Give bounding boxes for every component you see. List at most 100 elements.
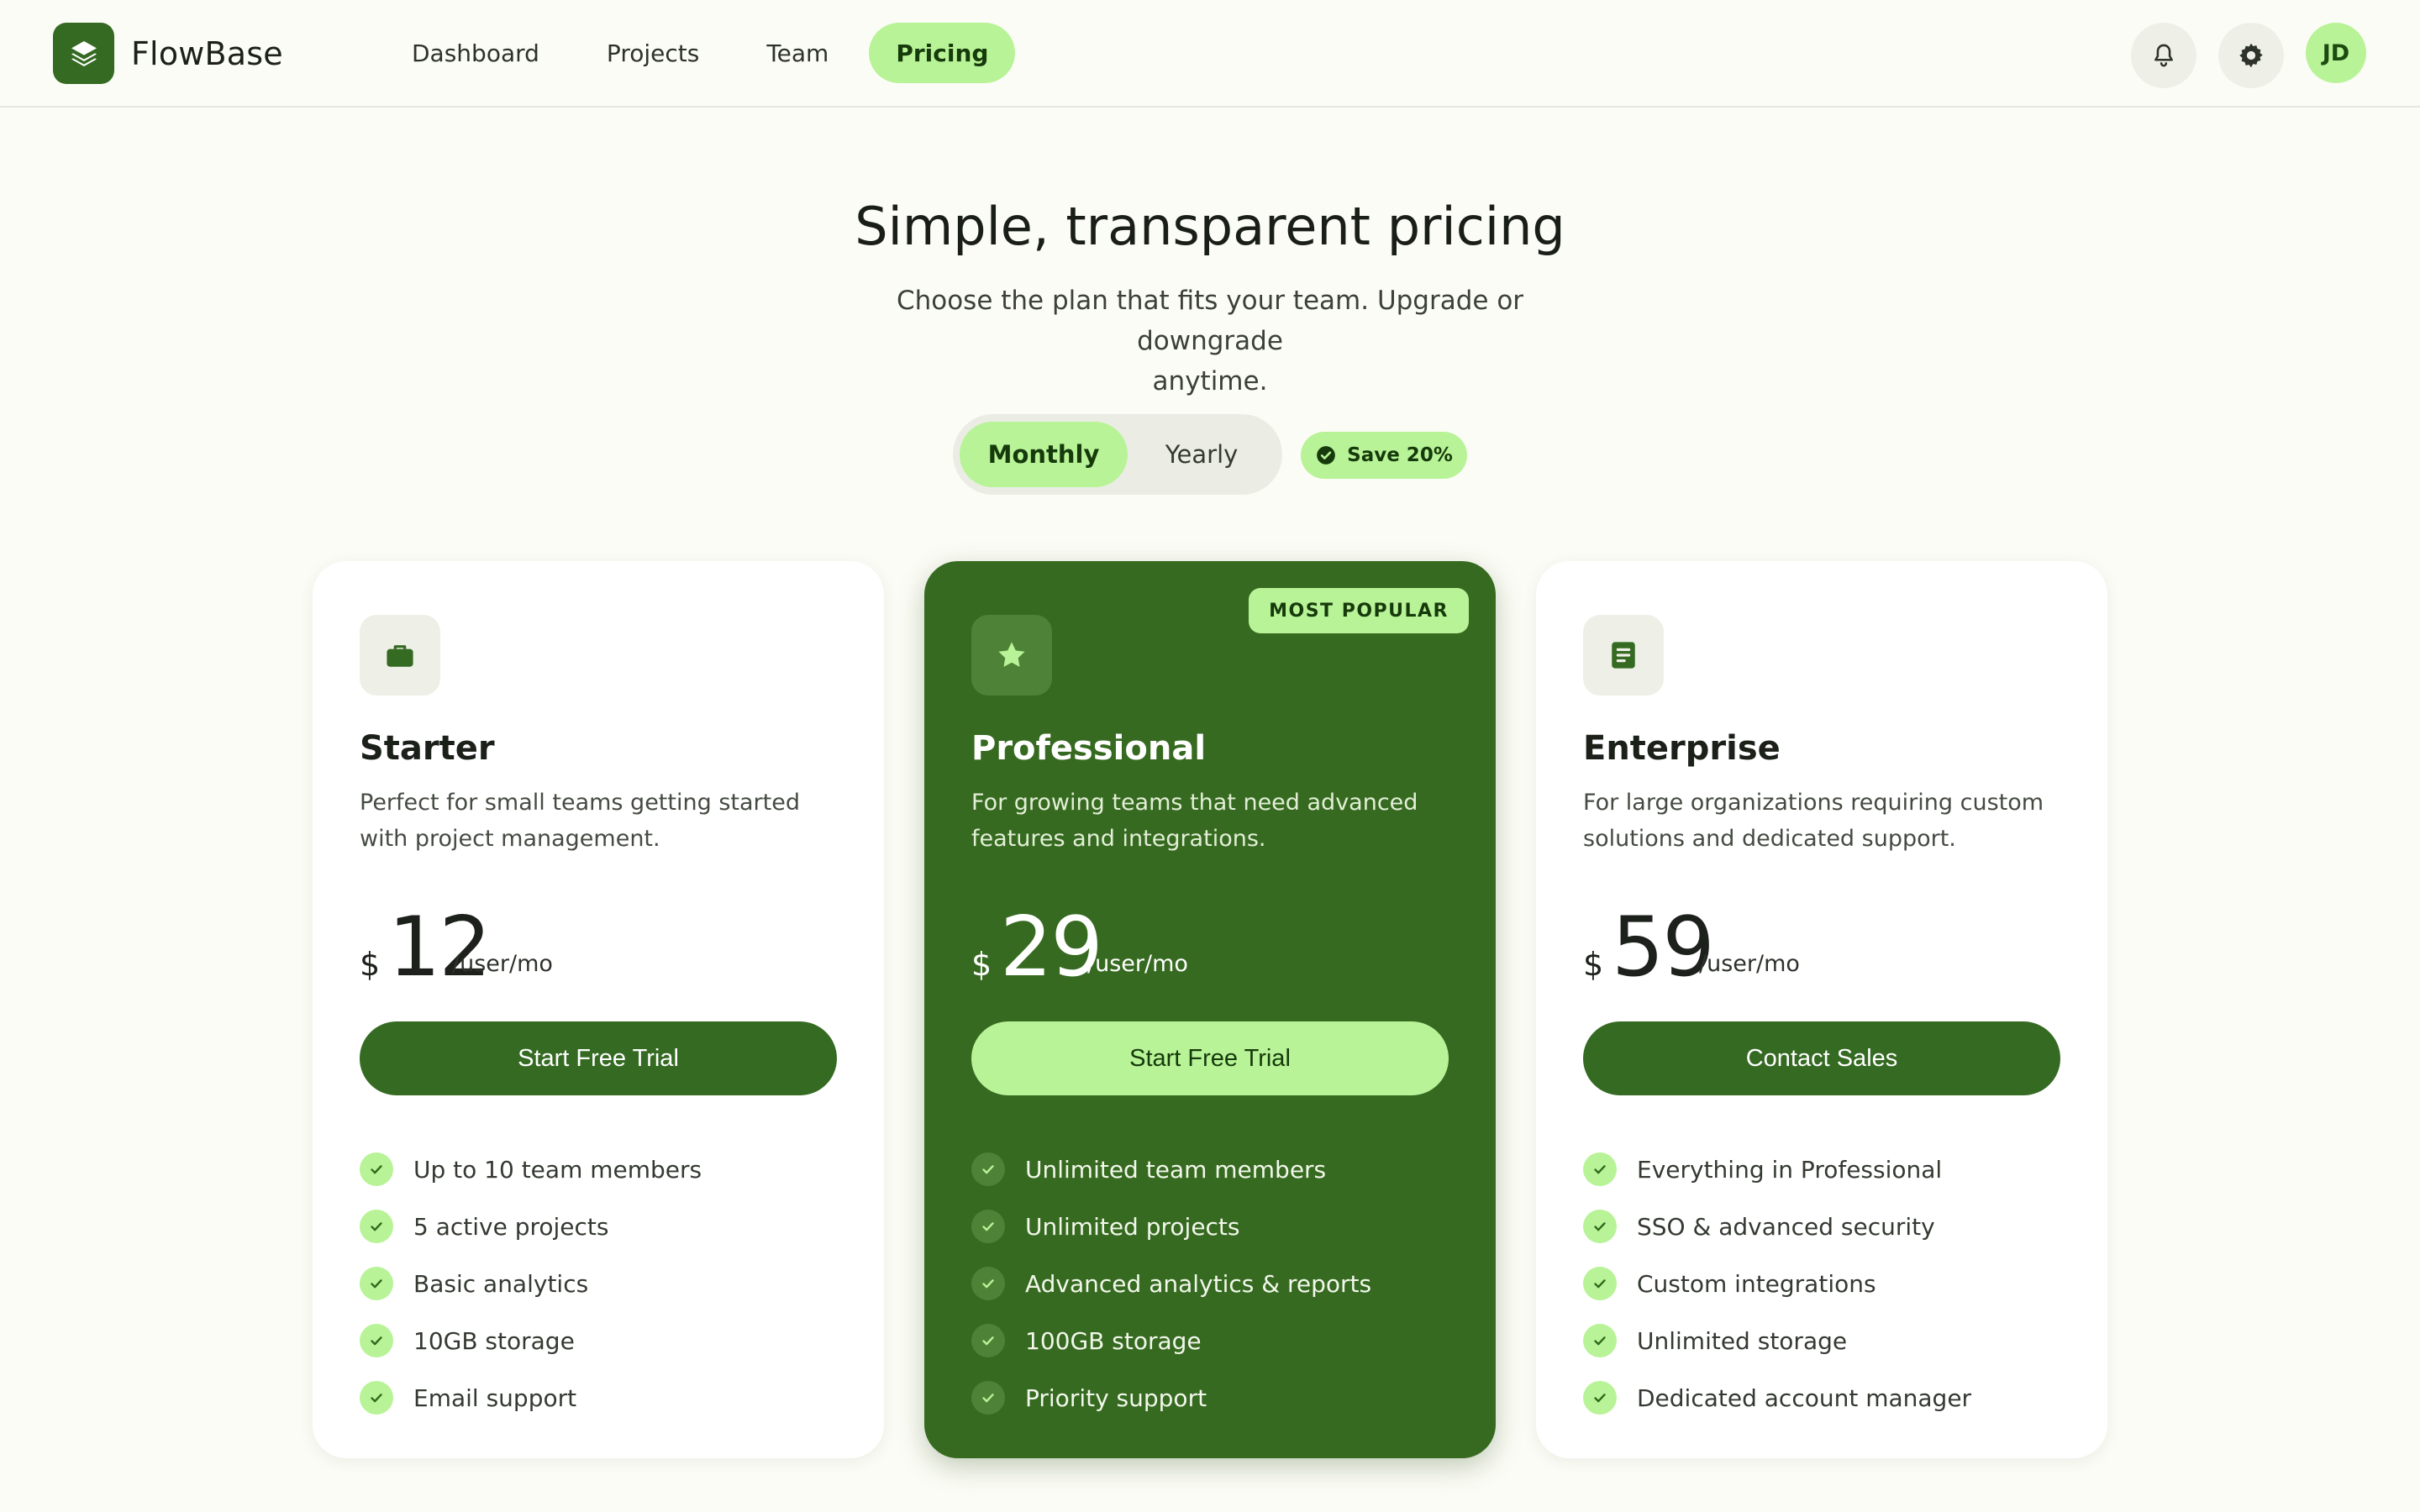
feature-label: 5 active projects <box>413 1212 609 1241</box>
nav-dashboard[interactable]: Dashboard <box>385 23 566 83</box>
list-item: Email support <box>360 1369 702 1426</box>
plan-description: Perfect for small teams getting started … <box>360 790 800 852</box>
gear-icon <box>2239 43 2263 68</box>
feature-label: Unlimited storage <box>1637 1326 1848 1355</box>
check-icon <box>971 1152 1005 1186</box>
plan-name: Starter <box>360 729 495 768</box>
check-icon <box>1583 1267 1617 1300</box>
nav-team[interactable]: Team <box>739 23 855 83</box>
nav-pricing[interactable]: Pricing <box>869 23 1016 83</box>
price-currency: $ <box>971 946 992 983</box>
feature-label: Unlimited projects <box>1025 1212 1240 1241</box>
page-subtitle-line-1: Choose the plan that fits your team. Upg… <box>896 286 1524 356</box>
list-item: 10GB storage <box>360 1312 702 1369</box>
list-item: SSO & advanced security <box>1583 1198 1971 1255</box>
plan-card-starter: Starter Perfect for small teams getting … <box>313 561 884 1458</box>
document-icon <box>1612 642 1635 669</box>
nav-projects[interactable]: Projects <box>580 23 726 83</box>
feature-label: Email support <box>413 1383 577 1412</box>
feature-label: Up to 10 team members <box>413 1155 702 1184</box>
most-popular-badge: MOST POPULAR <box>1249 588 1469 633</box>
price-amount: 12 <box>388 900 492 995</box>
check-icon <box>360 1152 393 1186</box>
check-icon <box>360 1381 393 1415</box>
briefcase-icon <box>387 645 413 667</box>
feature-label: Priority support <box>1025 1383 1207 1412</box>
list-item: 5 active projects <box>360 1198 702 1255</box>
bell-icon <box>2154 44 2173 67</box>
save-badge-label: Save 20% <box>1347 444 1453 466</box>
plan-description: For large organizations requiring custom… <box>1583 790 2044 852</box>
page-subtitle-line-2: anytime. <box>1152 366 1268 396</box>
feature-label: Advanced analytics & reports <box>1025 1269 1372 1298</box>
main-nav: Dashboard Projects Team Pricing <box>385 23 1028 83</box>
price-currency: $ <box>1583 946 1604 983</box>
plan-description: For growing teams that need advanced fea… <box>971 790 1418 852</box>
price-period: /user/mo <box>1087 951 1188 977</box>
check-icon <box>360 1267 393 1300</box>
layers-icon <box>71 40 97 66</box>
list-item: Custom integrations <box>1583 1255 1971 1312</box>
contact-sales-button[interactable]: Contact Sales <box>1583 1021 2060 1095</box>
feature-label: 100GB storage <box>1025 1326 1202 1355</box>
billing-period-toggle: Monthly Yearly <box>953 414 1282 495</box>
list-item: Up to 10 team members <box>360 1141 702 1198</box>
check-circle-icon <box>1317 446 1335 465</box>
price-currency: $ <box>360 946 381 983</box>
check-icon <box>360 1210 393 1243</box>
page-subtitle: Choose the plan that fits your team. Upg… <box>832 281 1588 402</box>
notifications-button[interactable] <box>2131 23 2196 88</box>
check-icon <box>1583 1381 1617 1415</box>
check-icon <box>1583 1210 1617 1243</box>
check-icon <box>971 1381 1005 1415</box>
price-period: /user/mo <box>1699 951 1800 977</box>
plan-name: Enterprise <box>1583 729 1781 768</box>
feature-label: Dedicated account manager <box>1637 1383 1972 1412</box>
list-item: Unlimited projects <box>971 1198 1371 1255</box>
list-item: Unlimited storage <box>1583 1312 1971 1369</box>
plan-icon-container <box>1583 615 1664 696</box>
list-item: Basic analytics <box>360 1255 702 1312</box>
check-icon <box>971 1210 1005 1243</box>
price-period: /user/mo <box>452 951 553 977</box>
feature-list: Up to 10 team members 5 active projects … <box>360 1141 702 1426</box>
feature-list: Everything in Professional SSO & advance… <box>1583 1141 1971 1426</box>
check-icon <box>1583 1152 1617 1186</box>
user-avatar[interactable]: JD <box>2306 23 2366 83</box>
check-icon <box>971 1267 1005 1300</box>
list-item: 100GB storage <box>971 1312 1371 1369</box>
feature-label: 10GB storage <box>413 1326 575 1355</box>
list-item: Unlimited team members <box>971 1141 1371 1198</box>
feature-label: Custom integrations <box>1637 1269 1876 1298</box>
list-item: Dedicated account manager <box>1583 1369 1971 1426</box>
save-discount-badge: Save 20% <box>1301 432 1467 479</box>
page-title: Simple, transparent pricing <box>855 196 1565 257</box>
star-icon <box>998 642 1025 667</box>
list-item: Everything in Professional <box>1583 1141 1971 1198</box>
list-item: Priority support <box>971 1369 1371 1426</box>
check-icon <box>360 1324 393 1357</box>
start-free-trial-button[interactable]: Start Free Trial <box>360 1021 837 1095</box>
settings-button[interactable] <box>2218 23 2284 88</box>
feature-label: Unlimited team members <box>1025 1155 1327 1184</box>
check-icon <box>1583 1324 1617 1357</box>
feature-label: SSO & advanced security <box>1637 1212 1935 1241</box>
feature-label: Everything in Professional <box>1637 1155 1943 1184</box>
feature-list: Unlimited team members Unlimited project… <box>971 1141 1371 1426</box>
plan-card-enterprise: Enterprise For large organizations requi… <box>1536 561 2107 1458</box>
plan-card-professional: MOST POPULAR Professional For growing te… <box>924 561 1496 1458</box>
price-amount: 29 <box>1000 900 1103 995</box>
billing-yearly-option[interactable]: Yearly <box>1128 422 1276 487</box>
plan-icon-container <box>360 615 440 696</box>
billing-monthly-option[interactable]: Monthly <box>960 422 1128 487</box>
brand-name[interactable]: FlowBase <box>131 32 283 76</box>
logo-icon[interactable] <box>53 23 114 84</box>
plan-name: Professional <box>971 729 1207 768</box>
feature-label: Basic analytics <box>413 1269 589 1298</box>
check-icon <box>971 1324 1005 1357</box>
price-amount: 59 <box>1612 900 1715 995</box>
list-item: Advanced analytics & reports <box>971 1255 1371 1312</box>
plan-icon-container <box>971 615 1052 696</box>
start-free-trial-button[interactable]: Start Free Trial <box>971 1021 1449 1095</box>
top-navigation-bar: FlowBase Dashboard Projects Team Pricing… <box>0 0 2420 108</box>
